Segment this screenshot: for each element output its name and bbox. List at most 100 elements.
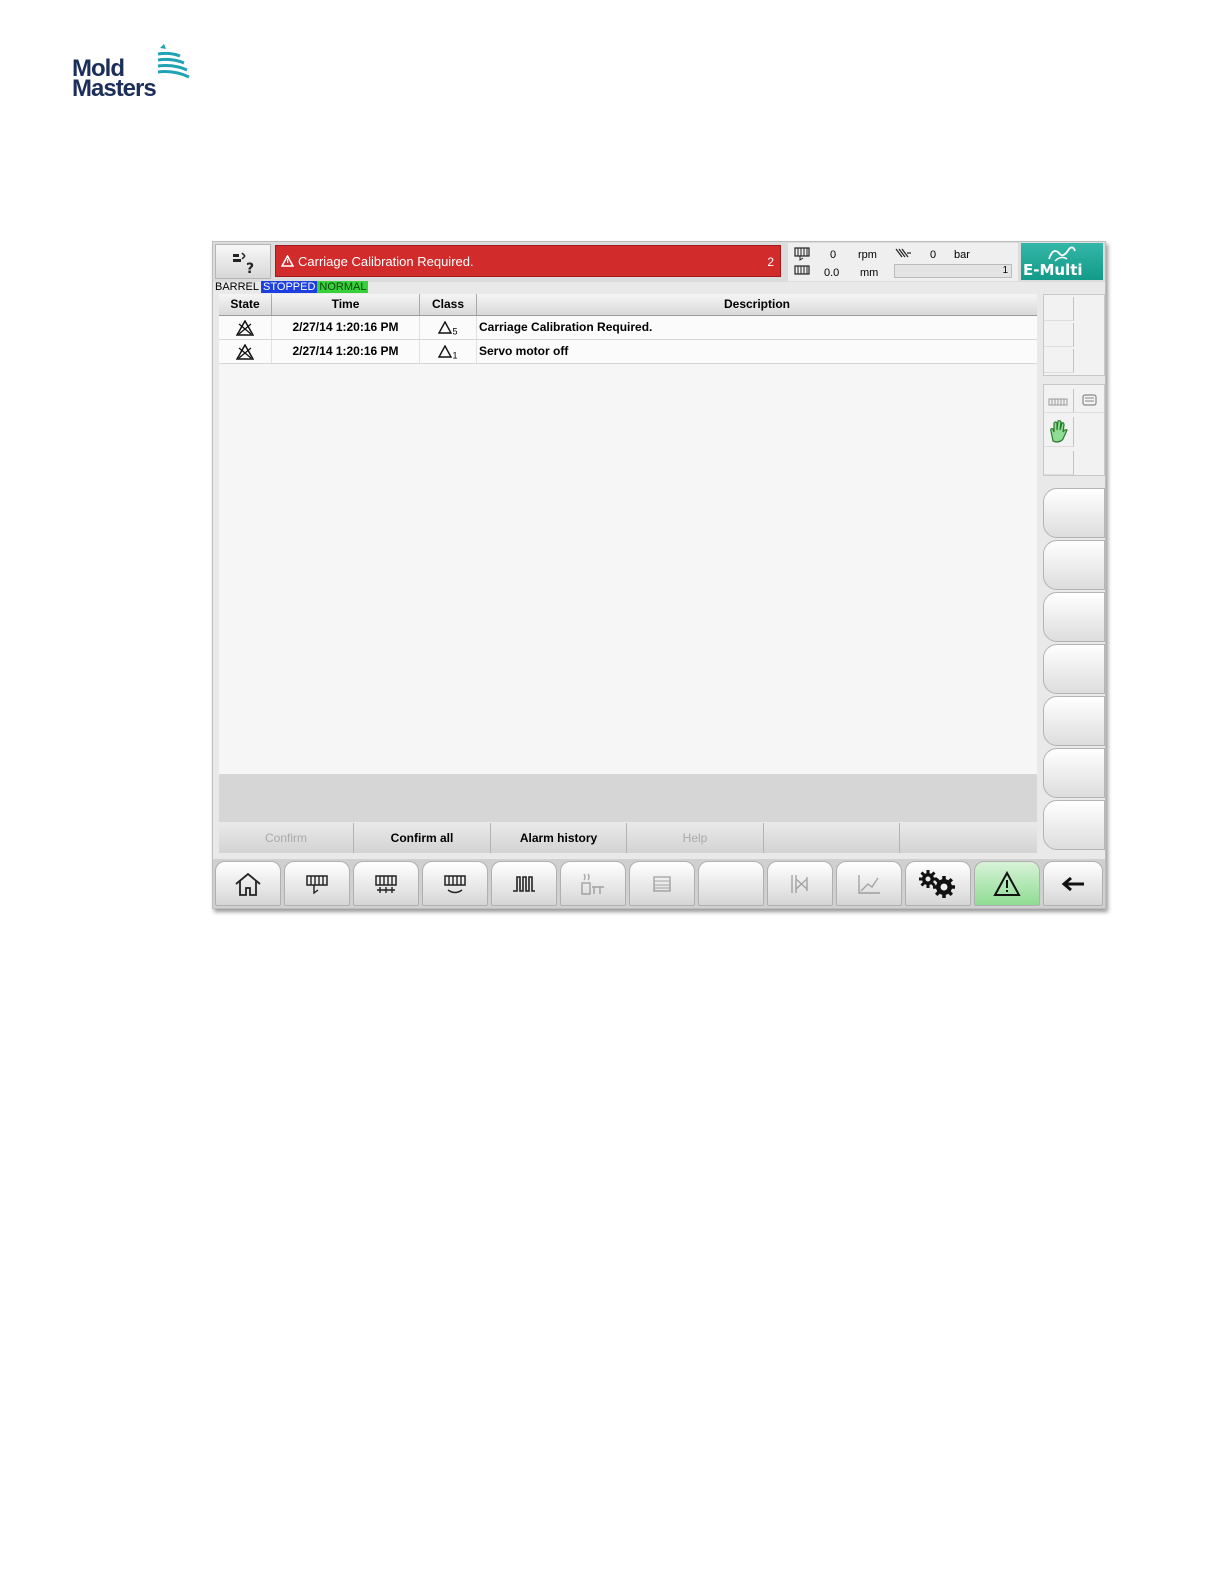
softkey-empty-5[interactable] [764,823,900,853]
help-button[interactable]: Help [627,823,764,853]
nav-dryer-button[interactable] [560,861,626,906]
col-description[interactable]: Description [477,294,1037,315]
nav-list-button[interactable] [629,861,695,906]
table-header: State Time Class Description [219,294,1037,316]
brand-label: E-Multi [1023,261,1083,279]
pressure-value: 0 [930,249,937,261]
top-bar: ? Carriage Calibration Required. 2 0 rpm [213,242,1105,282]
nav-back-button[interactable] [1043,861,1103,906]
mold-masters-logo: Mold Masters [72,44,212,104]
side-button-1[interactable] [1043,488,1105,538]
alarm-class-icon [438,320,453,335]
right-panel [1043,294,1105,854]
pressure-icon [895,248,911,258]
dryer-icon [581,873,604,895]
right-grid-middle [1043,384,1105,476]
time-cell: 2/27/14 1:20:16 PM [272,340,420,363]
position-unit: mm [860,267,879,279]
machine-readout: 0 rpm 0 bar 0.0 mm 1 [788,243,1018,281]
context-help-icon: ? [233,252,254,277]
description-cell: Servo motor off [479,344,569,358]
bottom-navigation [213,859,1105,908]
nav-barrel-button[interactable] [353,861,419,906]
home-icon [235,872,261,896]
side-button-3[interactable] [1043,592,1105,642]
logo-line2: Masters [72,75,157,102]
class-number: 1 [452,350,458,361]
speed-value: 0 [830,249,837,261]
softkey-bar: Confirm Confirm all Alarm history Help [219,823,1037,853]
nav-home-button[interactable] [215,861,281,906]
progress-value: 1 [1002,265,1008,276]
status-line: BARREL STOPPED NORMAL [213,281,369,293]
alarm-history-button[interactable]: Alarm history [491,823,627,853]
side-button-2[interactable] [1043,540,1105,590]
time-cell: 2/27/14 1:20:16 PM [272,316,420,339]
nav-temperature-button[interactable] [491,861,557,906]
alarm-active-icon [235,319,255,336]
hand-icon [1050,420,1068,443]
nav-empty-button[interactable] [698,861,764,906]
nav-alarm-button[interactable] [974,861,1040,906]
mode-badge: NORMAL [317,281,369,293]
alarm-class-icon [438,344,453,359]
alarm-banner[interactable]: Carriage Calibration Required. 2 [275,245,781,277]
tank-icon-cell[interactable] [1074,389,1104,413]
grid-cell[interactable] [1044,297,1074,321]
list-icon [653,875,671,892]
class-number: 5 [452,326,458,337]
unit-label: BARREL [215,281,260,293]
manual-mode-cell[interactable] [1044,417,1074,447]
nav-valve-button[interactable] [767,861,833,906]
right-grid-top [1043,294,1105,376]
alarm-active-icon [235,343,255,360]
barrel-icon [375,874,397,893]
alarm-table: State Time Class Description 2/27/14 1:2… [219,294,1037,774]
col-time[interactable]: Time [272,294,420,315]
e-multi-brand: E-Multi [1021,243,1103,280]
table-row[interactable]: 2/27/14 1:20:16 PM 5 Carriage Calibratio… [219,316,1037,340]
description-cell: Carriage Calibration Required. [479,320,653,334]
machine-state-badge: STOPPED [261,281,318,293]
state-cell [219,316,272,339]
side-button-6[interactable] [1043,748,1105,798]
nav-graph-button[interactable] [836,861,902,906]
carriage-icon [444,874,466,893]
hmi-screen: ? Carriage Calibration Required. 2 0 rpm [212,241,1106,909]
grid-cell[interactable] [1044,349,1074,373]
grid-cell[interactable] [1044,451,1074,475]
side-button-5[interactable] [1043,696,1105,746]
screw-speed-icon [794,247,810,261]
softkey-empty-6[interactable] [900,823,1037,853]
alarm-message: Carriage Calibration Required. [298,254,474,269]
speed-unit: rpm [858,249,877,261]
alarm-icon [993,870,1021,896]
nav-injection-button[interactable] [284,861,350,906]
settings-icon [919,869,955,898]
message-area [219,774,1037,822]
nav-carriage-button[interactable] [422,861,488,906]
context-help-button[interactable]: ? [215,244,271,279]
alarm-count: 2 [767,255,774,269]
table-row[interactable]: 2/27/14 1:20:16 PM 1 Servo motor off [219,340,1037,364]
state-cell [219,340,272,363]
nav-settings-button[interactable] [905,861,971,906]
valve-icon [791,874,808,893]
side-button-7[interactable] [1043,800,1105,850]
injection-icon [306,874,328,894]
tank-icon [1082,394,1097,406]
confirm-all-button[interactable]: Confirm all [354,823,491,853]
logo-wave-icon [157,44,190,79]
heater-icon-cell[interactable] [1044,389,1074,413]
grid-cell[interactable] [1044,323,1074,347]
svg-text:?: ? [246,261,254,277]
screw-position-icon [794,265,810,275]
col-class[interactable]: Class [420,294,477,315]
side-button-4[interactable] [1043,644,1105,694]
graph-icon [858,874,880,894]
confirm-button[interactable]: Confirm [219,823,354,853]
temperature-icon [513,875,535,892]
col-state[interactable]: State [219,294,272,315]
class-cell: 1 [420,340,477,363]
heater-icon [1048,398,1068,406]
